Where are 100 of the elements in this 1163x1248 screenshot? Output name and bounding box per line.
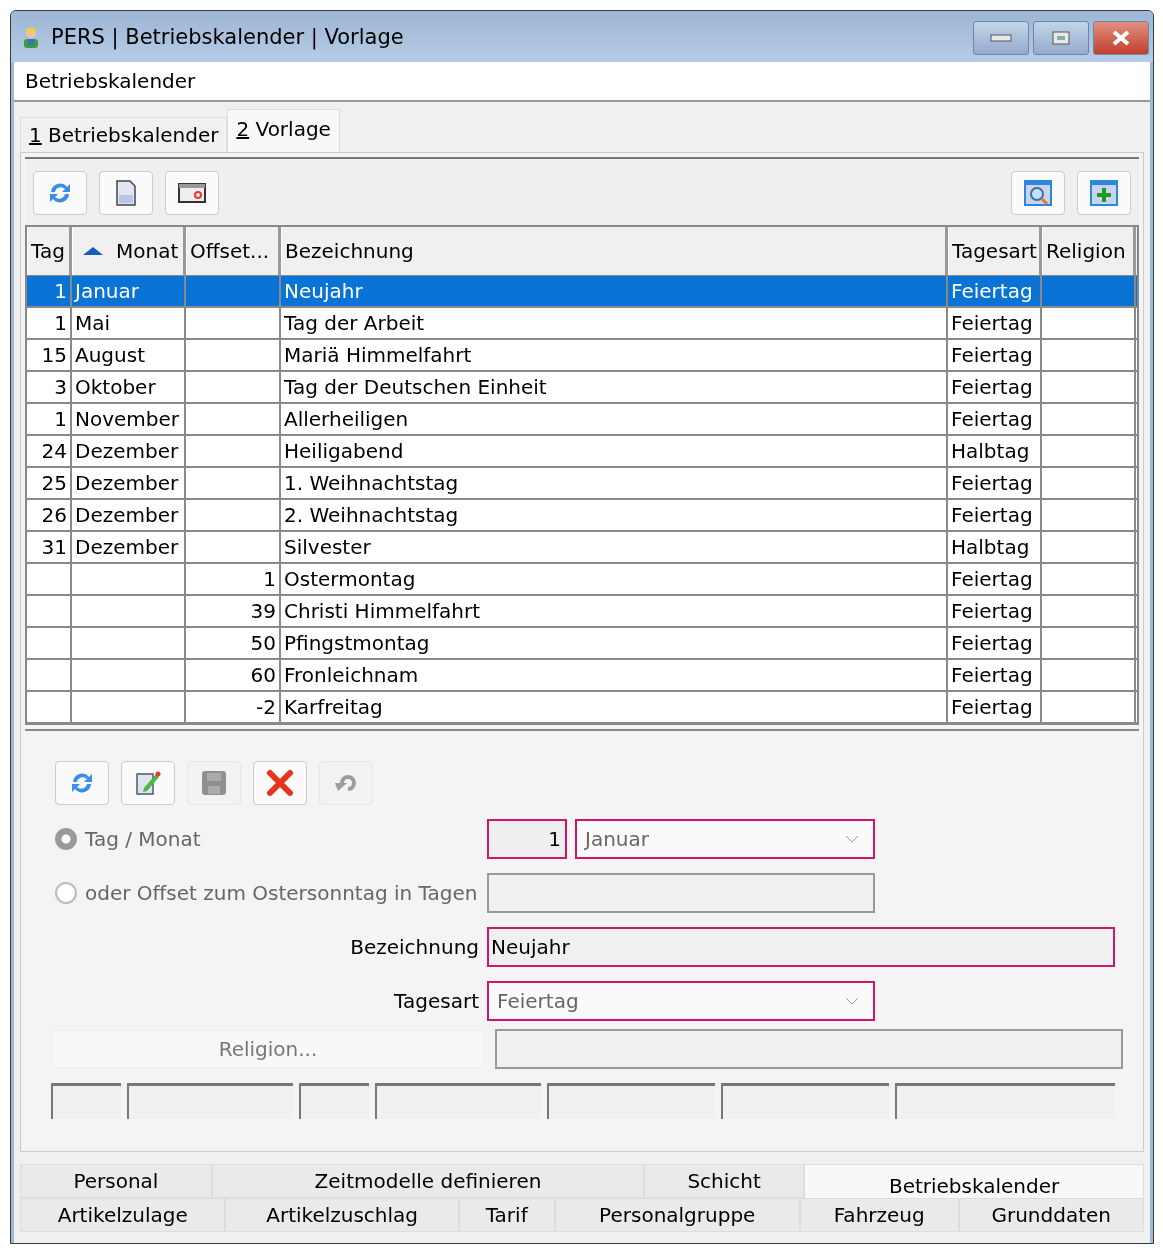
module-tab[interactable]: Personal bbox=[20, 1164, 212, 1198]
maximize-icon bbox=[1052, 31, 1070, 45]
edit-icon bbox=[134, 769, 162, 797]
field-label: Tagesart bbox=[394, 989, 479, 1013]
table-cell: Feiertag bbox=[951, 695, 1033, 719]
minimize-icon bbox=[990, 34, 1012, 42]
table-row[interactable]: 1 Januar Neujahr Feiertag bbox=[27, 276, 1137, 308]
table-cell: Feiertag bbox=[951, 279, 1033, 303]
table-cell: Feiertag bbox=[951, 631, 1033, 655]
table-cell: Feiertag bbox=[951, 471, 1033, 495]
status-field bbox=[51, 1083, 121, 1119]
module-tab[interactable]: Artikelzulage bbox=[20, 1198, 226, 1232]
table-cell: 15 bbox=[41, 343, 67, 367]
table-cell: 26 bbox=[41, 503, 67, 527]
table-cell: 1. Weihnachtstag bbox=[284, 471, 459, 495]
table-cell: 1 bbox=[54, 279, 67, 303]
table-cell: Dezember bbox=[75, 503, 179, 527]
delete-button[interactable] bbox=[253, 761, 307, 805]
table-cell: 1 bbox=[54, 407, 67, 431]
table-row[interactable]: 26 Dezember 2. Weihnachtstag Feiertag bbox=[27, 500, 1137, 532]
table-row[interactable]: 1 Ostermontag Feiertag bbox=[27, 564, 1137, 596]
table-cell: Feiertag bbox=[951, 407, 1033, 431]
table-cell: Feiertag bbox=[951, 599, 1033, 623]
radio-label: Tag / Monat bbox=[85, 827, 201, 851]
table-cell: Neujahr bbox=[284, 279, 363, 303]
module-tab[interactable]: Zeitmodelle definieren bbox=[211, 1164, 645, 1198]
module-tab[interactable]: Fahrzeug bbox=[799, 1198, 959, 1232]
table-cell: Dezember bbox=[75, 439, 179, 463]
table-cell: 50 bbox=[250, 631, 276, 655]
table-cell: 31 bbox=[41, 535, 67, 559]
table-row[interactable]: 50 Pfingstmontag Feiertag bbox=[27, 628, 1137, 660]
table-cell: August bbox=[75, 343, 145, 367]
table-cell: 60 bbox=[250, 663, 276, 687]
refresh-button[interactable] bbox=[55, 761, 109, 805]
table-cell: 1 bbox=[54, 311, 67, 335]
module-tab[interactable]: Tarif bbox=[458, 1198, 555, 1232]
table-cell: 3 bbox=[54, 375, 67, 399]
offset-field[interactable] bbox=[487, 873, 875, 913]
minimize-button[interactable] bbox=[973, 21, 1029, 55]
window-title: PERS | Betriebskalender | Vorlage bbox=[51, 24, 405, 49]
table-cell: Mariä Himmelfahrt bbox=[284, 343, 472, 367]
close-icon bbox=[1111, 30, 1131, 46]
table-cell: Tag der Deutschen Einheit bbox=[284, 375, 547, 399]
refresh-button[interactable] bbox=[33, 171, 87, 215]
table-cell: Dezember bbox=[75, 471, 179, 495]
radio-label: oder Offset zum Ostersonntag in Tagen bbox=[85, 881, 478, 905]
table-row[interactable]: -2 Karfreitag Feiertag bbox=[27, 692, 1137, 724]
month-dropdown[interactable]: Januar bbox=[575, 819, 875, 859]
table-cell: Oktober bbox=[75, 375, 156, 399]
table-cell: November bbox=[75, 407, 180, 431]
search-icon bbox=[1024, 179, 1052, 207]
module-tab[interactable]: Artikelzuschlag bbox=[225, 1198, 459, 1232]
religion-button[interactable]: Religion... bbox=[51, 1030, 485, 1068]
table-cell: -2 bbox=[256, 695, 276, 719]
table-cell: Feiertag bbox=[951, 663, 1033, 687]
add-button[interactable] bbox=[1077, 171, 1131, 215]
module-tab[interactable]: Schicht bbox=[644, 1164, 805, 1198]
table-row[interactable]: 1 Mai Tag der Arbeit Feiertag bbox=[27, 308, 1137, 340]
table-cell: Ostermontag bbox=[284, 567, 416, 591]
window-close-button[interactable] bbox=[165, 171, 219, 215]
religion-field[interactable] bbox=[495, 1029, 1123, 1069]
table-row[interactable]: 31 Dezember Silvester Halbtag bbox=[27, 532, 1137, 564]
table-cell: Allerheiligen bbox=[284, 407, 409, 431]
table-cell: Mai bbox=[75, 311, 111, 335]
document-button[interactable] bbox=[99, 171, 153, 215]
radio-button[interactable] bbox=[55, 828, 77, 850]
table-cell: 2. Weihnachtstag bbox=[284, 503, 459, 527]
table-cell: Heiligabend bbox=[284, 439, 404, 463]
day-field[interactable]: 1 bbox=[487, 819, 567, 859]
tab[interactable]: 2 Vorlage bbox=[227, 109, 340, 152]
table-cell: Fronleichnam bbox=[284, 663, 419, 687]
table-row[interactable]: 1 November Allerheiligen Feiertag bbox=[27, 404, 1137, 436]
table-cell: Christi Himmelfahrt bbox=[284, 599, 481, 623]
table-cell: Feiertag bbox=[951, 375, 1033, 399]
table-row[interactable]: 39 Christi Himmelfahrt Feiertag bbox=[27, 596, 1137, 628]
radio-button[interactable] bbox=[55, 882, 77, 904]
tab[interactable]: 1 Betriebskalender bbox=[20, 117, 228, 152]
maximize-button[interactable] bbox=[1033, 21, 1089, 55]
delete-icon bbox=[266, 769, 294, 797]
search-button[interactable] bbox=[1011, 171, 1065, 215]
document-icon bbox=[114, 179, 138, 207]
table-row[interactable]: 3 Oktober Tag der Deutschen Einheit Feiertag bbox=[27, 372, 1137, 404]
table-cell: 24 bbox=[41, 439, 67, 463]
page-title: Betriebskalender bbox=[25, 69, 196, 93]
table-row[interactable]: 24 Dezember Heiligabend Halbtag bbox=[27, 436, 1137, 468]
module-tab[interactable]: Grunddaten bbox=[958, 1198, 1144, 1232]
module-tab[interactable]: Personalgruppe bbox=[554, 1198, 800, 1232]
table-row[interactable]: 25 Dezember 1. Weihnachtstag Feiertag bbox=[27, 468, 1137, 500]
table-row[interactable]: 60 Fronleichnam Feiertag bbox=[27, 660, 1137, 692]
table-cell: Dezember bbox=[75, 535, 179, 559]
close-button[interactable] bbox=[1093, 21, 1149, 55]
edit-button[interactable] bbox=[121, 761, 175, 805]
table-cell: Karfreitag bbox=[284, 695, 383, 719]
window-icon bbox=[178, 182, 206, 204]
table-cell: Feiertag bbox=[951, 503, 1033, 527]
table-row[interactable]: 15 August Mariä Himmelfahrt Feiertag bbox=[27, 340, 1137, 372]
chevron-down-icon bbox=[845, 997, 859, 1005]
chevron-down-icon bbox=[845, 835, 859, 843]
name-field[interactable]: Neujahr bbox=[487, 927, 1115, 967]
day-type-dropdown[interactable]: Feiertag bbox=[487, 981, 875, 1021]
